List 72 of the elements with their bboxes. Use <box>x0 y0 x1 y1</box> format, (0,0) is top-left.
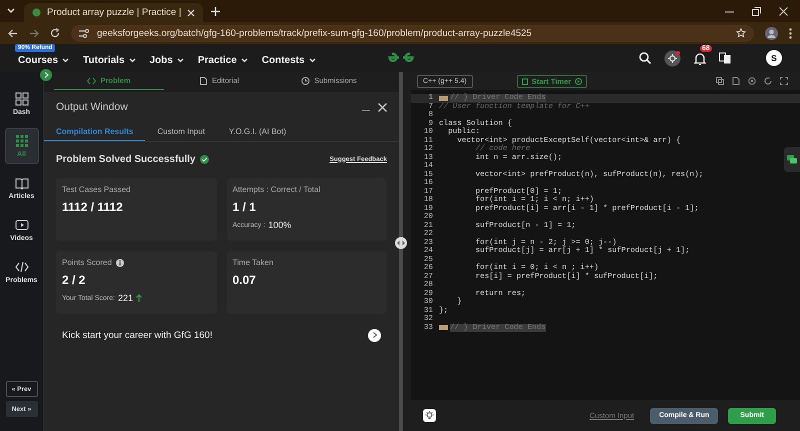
caret-down-icon <box>62 58 70 63</box>
bell-icon[interactable] <box>694 52 706 64</box>
caret-down-icon <box>308 58 316 63</box>
back-icon[interactable] <box>8 28 18 38</box>
theme-toggle-button[interactable] <box>423 409 436 422</box>
site-info-icon <box>79 28 89 38</box>
file-icon[interactable] <box>732 77 740 85</box>
nav-menu-item[interactable]: Tutorials <box>83 55 136 66</box>
stat-value: 0.07 <box>232 273 257 287</box>
status-message: Problem Solved Successfully <box>56 154 196 164</box>
chat-button[interactable] <box>784 147 800 172</box>
reload-icon[interactable] <box>50 28 60 38</box>
stat-label: Attempts : Correct / Total <box>232 185 320 194</box>
fold-marker-icon[interactable] <box>439 96 448 101</box>
stat-label: Test Cases Passed <box>62 185 130 194</box>
stat-note-value: 100% <box>268 220 292 230</box>
stat-value: 1 / 1 <box>232 200 257 214</box>
profile-icon[interactable] <box>765 26 778 40</box>
more-icon[interactable] <box>789 28 792 38</box>
video-icon <box>14 218 28 232</box>
caret-down-icon <box>240 58 248 63</box>
output-tab[interactable]: Compilation Results <box>44 122 146 141</box>
chevron-right-icon <box>44 72 48 78</box>
close-icon[interactable] <box>378 102 387 112</box>
dashboard-icon <box>14 92 28 106</box>
output-tab[interactable]: Y.O.G.I. (AI Bot) <box>216 122 298 141</box>
code-icon <box>14 260 28 274</box>
grid-icon <box>14 134 28 148</box>
forward-icon <box>29 28 39 38</box>
chat-icon <box>787 155 797 164</box>
nav-menu-item[interactable]: Practice <box>198 55 248 66</box>
fullscreen-icon[interactable] <box>780 77 788 85</box>
check-circle-icon <box>200 154 208 164</box>
star-icon[interactable] <box>736 28 746 38</box>
nav-menu-item[interactable]: Courses <box>18 55 70 66</box>
resize-handle[interactable] <box>395 237 407 249</box>
caret-down-icon <box>128 58 136 63</box>
code-icon <box>87 76 96 84</box>
close-icon[interactable] <box>779 6 788 16</box>
bulb-icon <box>425 411 434 420</box>
nav-menu-item[interactable]: Contests <box>262 55 316 66</box>
stat-label: Points Scored <box>62 258 112 267</box>
copy-icon[interactable] <box>716 77 724 85</box>
nav-menu-item[interactable]: Jobs <box>150 55 184 66</box>
output-tab[interactable]: Custom Input <box>145 122 217 141</box>
play-circle-icon <box>575 78 582 84</box>
fold-marker-icon[interactable] <box>439 325 448 330</box>
reset-icon[interactable] <box>764 77 772 85</box>
search-icon[interactable] <box>639 52 651 64</box>
stat-label: Time Taken <box>232 258 274 267</box>
close-icon[interactable] <box>187 8 196 16</box>
document-icon <box>198 76 208 84</box>
tab-list-icon[interactable] <box>6 7 16 15</box>
browser-tab[interactable]: Product array puzzle | Practice | <box>24 3 204 22</box>
promo-text: Kick start your career with GfG 160! <box>62 330 214 340</box>
panel-title: Output Window <box>56 101 129 113</box>
logo-icon <box>386 51 416 64</box>
restore-icon[interactable] <box>752 6 761 16</box>
arrow-up-icon <box>136 294 142 302</box>
clock-icon <box>301 76 310 84</box>
stat-value: 1112 / 1112 <box>62 200 124 214</box>
stat-note-value: 221 <box>118 293 133 303</box>
chevron-right-icon <box>372 332 376 338</box>
info-icon <box>116 258 124 266</box>
drag-arrows-icon <box>397 240 405 246</box>
user-avatar[interactable]: S <box>766 50 782 66</box>
book-icon <box>14 176 28 190</box>
address-field[interactable]: geeksforgeeks.org/batch/gfg-160-problems/track/prefix-sum-gfg-160/problem/product-array-puzzle4525 <box>71 24 754 42</box>
stat-value: 2 / 2 <box>62 273 86 287</box>
caret-down-icon <box>176 58 184 63</box>
next-arrow-button[interactable] <box>368 328 381 342</box>
plus-icon[interactable] <box>211 6 220 16</box>
